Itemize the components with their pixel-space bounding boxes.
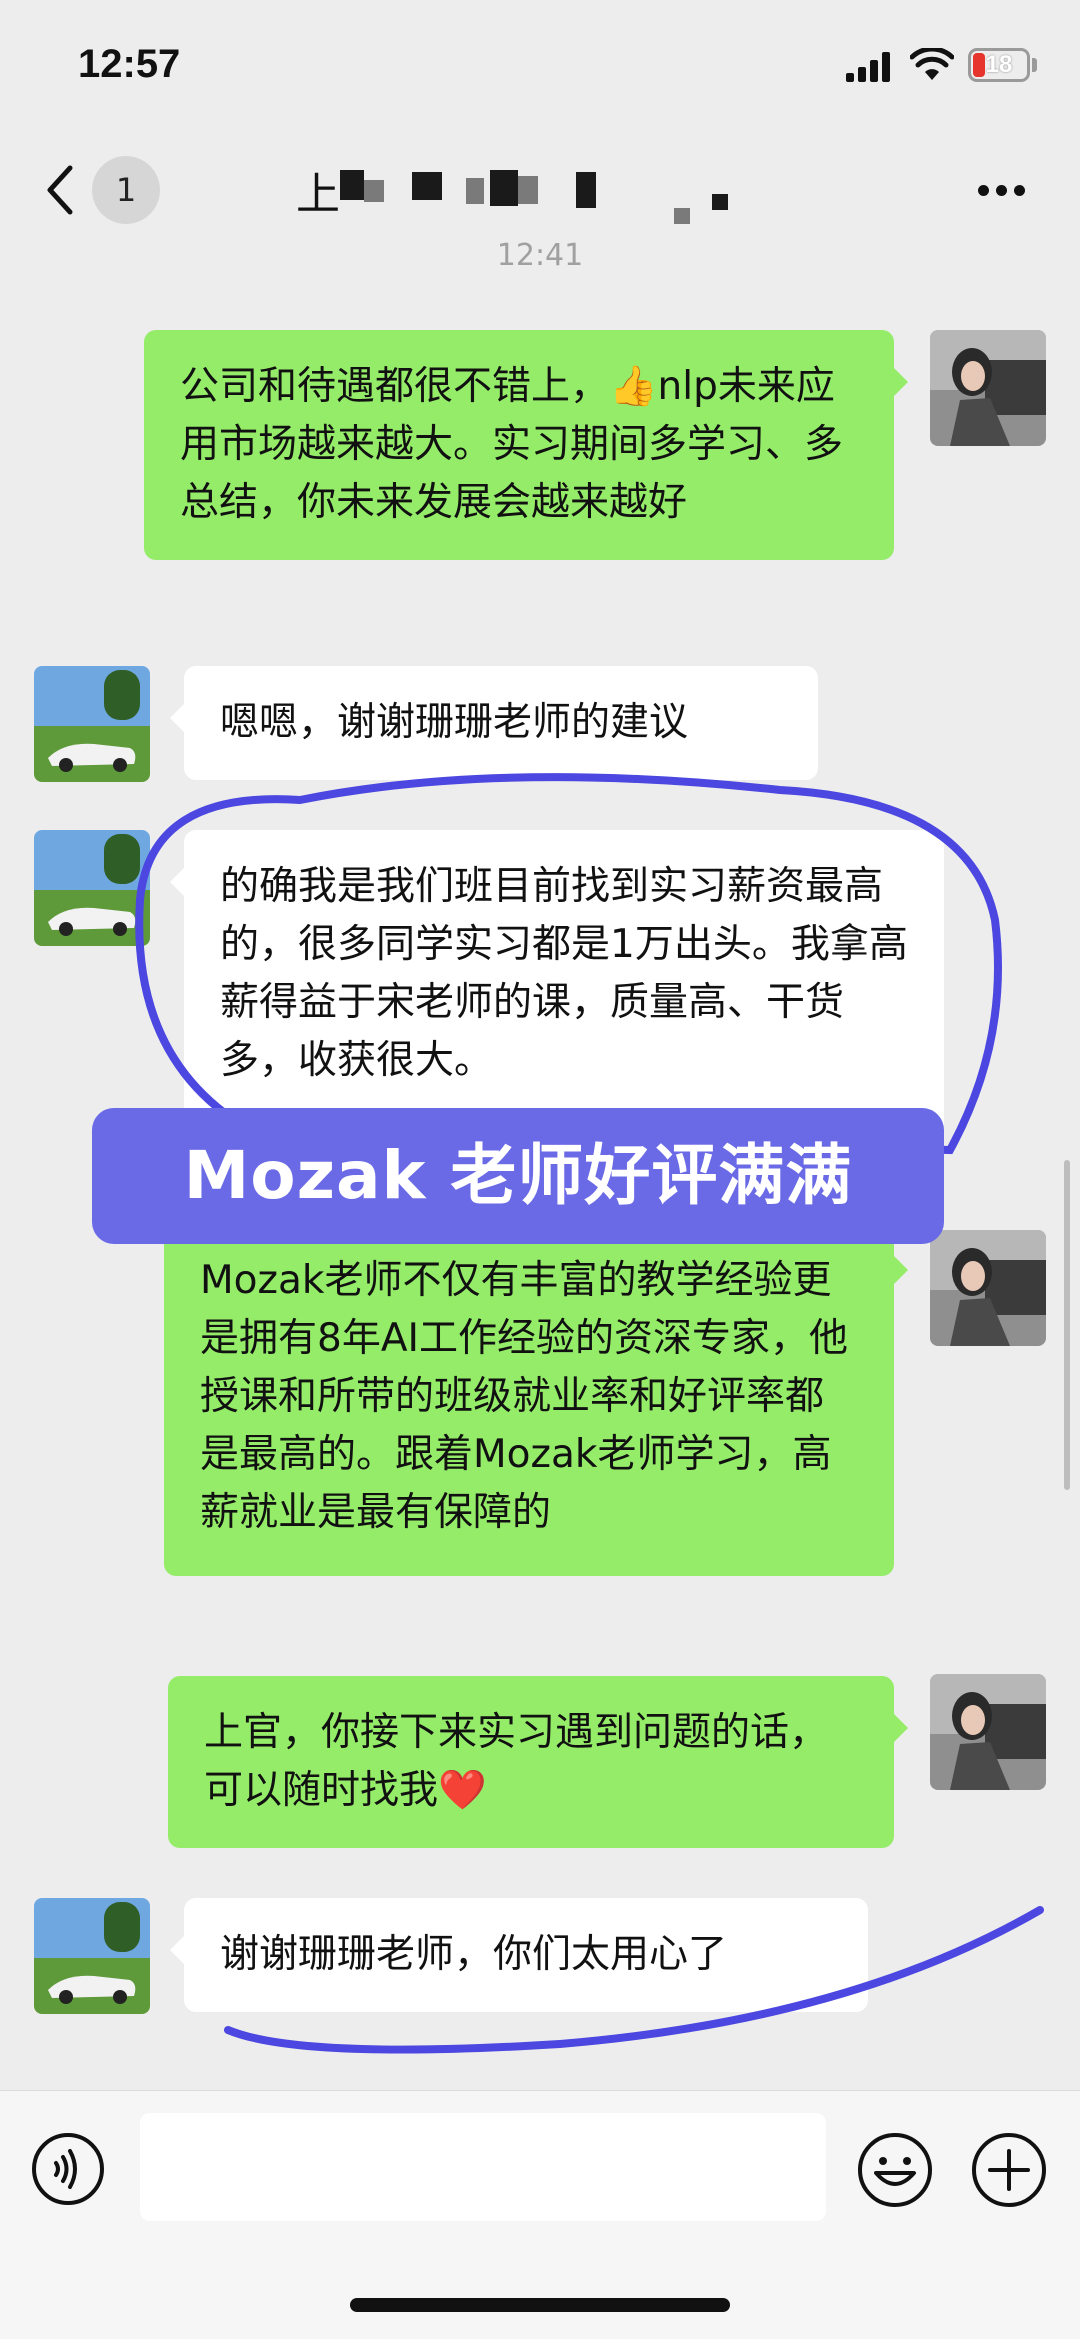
message-text: 上官，你接下来实习遇到问题的话，可以随时找我❤️ — [204, 1710, 829, 1813]
home-indicator[interactable] — [350, 2298, 730, 2312]
message-text: 嗯嗯，谢谢珊珊老师的建议 — [220, 700, 689, 745]
student-avatar[interactable] — [34, 666, 150, 782]
message-bubble[interactable]: 的确我是我们班目前找到实习薪资最高的，很多同学实习都是1万出头。我拿高薪得益于宋… — [170, 830, 944, 1150]
teacher-avatar[interactable] — [930, 1230, 1046, 1346]
message-bubble[interactable]: 公司和待遇都很不错上，👍nlp未来应用市场越来越大。实习期间多学习、多总结，你未… — [144, 330, 908, 560]
message-bubble[interactable]: 嗯嗯，谢谢珊珊老师的建议 — [170, 666, 818, 780]
plus-icon[interactable] — [970, 2131, 1048, 2209]
message-bubble[interactable]: Mozak老师不仅有丰富的教学经验更是拥有8年AI工作经验的资深专家，他授课和所… — [164, 1218, 908, 1576]
message-text: 的确我是我们班目前找到实习薪资最高的，很多同学实习都是1万出头。我拿高薪得益于宋… — [220, 864, 908, 1083]
student-avatar[interactable] — [34, 1898, 150, 2014]
message-input[interactable] — [140, 2113, 826, 2221]
status-time: 12:57 — [78, 42, 181, 86]
message-text: Mozak老师不仅有丰富的教学经验更是拥有8年AI工作经验的资深专家，他授课和所… — [200, 1258, 848, 1535]
voice-input-icon[interactable] — [30, 2131, 106, 2207]
emoji-icon[interactable] — [856, 2131, 934, 2209]
back-chevron-icon[interactable] — [40, 160, 80, 220]
teacher-avatar[interactable] — [930, 1674, 1046, 1790]
battery-cap — [1032, 58, 1037, 72]
student-avatar[interactable] — [34, 830, 150, 946]
battery-icon: 18 — [968, 48, 1030, 82]
review-banner: Mozak 老师好评满满 — [92, 1108, 944, 1244]
more-options-icon[interactable] — [978, 185, 1026, 197]
cellular-signal-icon — [846, 52, 894, 82]
wifi-icon — [910, 48, 954, 80]
teacher-avatar[interactable] — [930, 330, 1046, 446]
message-bubble[interactable]: 谢谢珊珊老师，你们太用心了 — [170, 1898, 868, 2012]
chat-title: 上 — [296, 169, 340, 220]
chat-header — [0, 130, 1080, 250]
message-text: 谢谢珊珊老师，你们太用心了 — [220, 1932, 728, 1977]
message-bubble[interactable]: 上官，你接下来实习遇到问题的话，可以随时找我❤️ — [168, 1676, 908, 1848]
status-bar: 12:57 18 — [0, 0, 1080, 130]
scrollbar[interactable] — [1064, 1160, 1070, 1490]
message-timestamp: 12:41 — [496, 238, 584, 266]
battery-level: 18 — [985, 51, 1013, 78]
message-text: 公司和待遇都很不错上，👍nlp未来应用市场越来越大。实习期间多学习、多总结，你未… — [180, 364, 844, 525]
unread-count-badge[interactable]: 1 — [92, 156, 160, 224]
